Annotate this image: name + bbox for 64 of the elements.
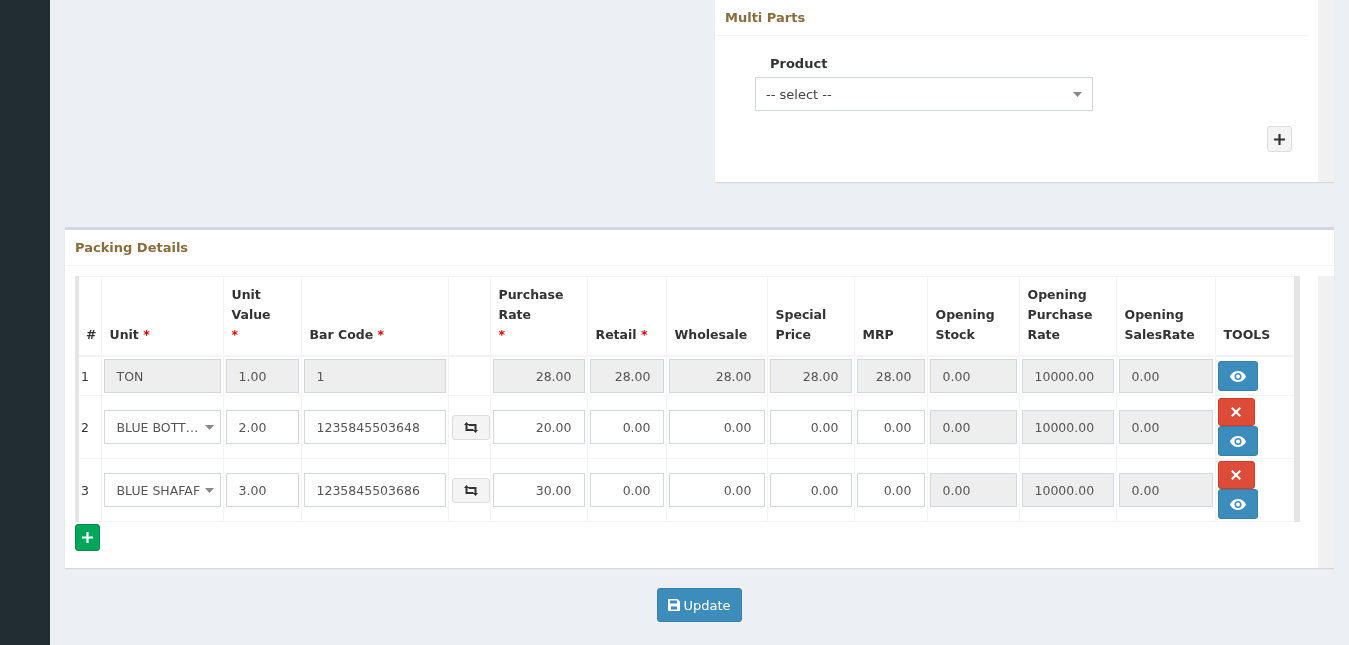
column-header: MRP — [862, 326, 894, 344]
input-field[interactable]: 0.00 — [856, 410, 925, 444]
view-button[interactable] — [1217, 361, 1258, 391]
unit-select[interactable]: BLUE BOTT… — [103, 410, 221, 444]
delete-button[interactable] — [1217, 398, 1255, 426]
input-field[interactable]: 1235845503648 — [303, 410, 446, 444]
column-header: Special Price — [775, 306, 828, 344]
column-header: TOOLS — [1223, 326, 1271, 344]
column-header: Opening Stock — [935, 306, 996, 344]
row-number: 3 — [81, 482, 89, 498]
column-header: Opening Purchase Rate — [1027, 286, 1094, 344]
input-field[interactable]: 0.00 — [856, 473, 925, 507]
caret-icon — [1073, 91, 1082, 97]
view-button[interactable] — [1217, 426, 1258, 456]
input-field[interactable]: 0.00 — [769, 410, 852, 444]
field-label: Product — [770, 56, 828, 71]
input-field[interactable]: 0.00 — [668, 410, 765, 444]
column-header: Unit Value — [231, 286, 272, 324]
required-mark: * — [231, 327, 239, 342]
close-icon — [1231, 407, 1241, 417]
input-field[interactable]: 30.00 — [492, 473, 585, 507]
add-row-button[interactable] — [75, 524, 100, 551]
row-number: 2 — [81, 419, 89, 435]
swap-icon — [463, 421, 478, 433]
swap-button[interactable] — [451, 414, 490, 440]
plus-icon — [82, 532, 93, 543]
delete-button[interactable] — [1217, 461, 1255, 489]
product-select[interactable]: -- select -- — [755, 77, 1093, 111]
input-field[interactable]: 0.00 — [589, 410, 664, 444]
save-icon — [668, 599, 681, 611]
input-field[interactable]: 0.00 — [769, 473, 852, 507]
required-mark: * — [143, 327, 150, 342]
swap-button[interactable] — [451, 477, 490, 503]
plus-icon — [1274, 133, 1285, 145]
column-header: Purchase Rate — [498, 286, 565, 324]
update-button[interactable]: Update — [657, 588, 742, 622]
column-header: Retail — [595, 326, 637, 344]
row-number: 1 — [81, 368, 89, 384]
input-field[interactable]: 20.00 — [492, 410, 585, 444]
caret-icon — [204, 424, 214, 430]
eye-icon — [1229, 370, 1246, 382]
panel-title: Packing Details — [75, 240, 189, 255]
add-button[interactable] — [1267, 126, 1292, 152]
required-mark: * — [640, 327, 648, 342]
input-field[interactable]: 1235845503686 — [303, 473, 446, 507]
input-field[interactable]: 3.00 — [225, 473, 299, 507]
unit-select[interactable]: BLUE SHAFAF — [103, 473, 221, 507]
required-mark: * — [377, 327, 385, 342]
column-header: Opening SalesRate — [1124, 306, 1196, 344]
panel-title: Multi Parts — [725, 10, 806, 25]
column-header: Bar Code — [309, 326, 374, 344]
input-field[interactable]: 2.00 — [225, 410, 299, 444]
input-field[interactable]: 0.00 — [589, 473, 664, 507]
column-header: Wholesale — [674, 326, 748, 344]
swap-icon — [463, 484, 478, 496]
column-header: Unit — [109, 326, 139, 344]
view-button[interactable] — [1217, 489, 1258, 519]
column-header: # — [86, 326, 97, 344]
input-field[interactable]: 0.00 — [668, 473, 765, 507]
eye-icon — [1229, 435, 1246, 447]
eye-icon — [1229, 498, 1246, 510]
required-mark: * — [498, 327, 506, 342]
close-icon — [1231, 470, 1241, 480]
caret-icon — [204, 487, 214, 493]
